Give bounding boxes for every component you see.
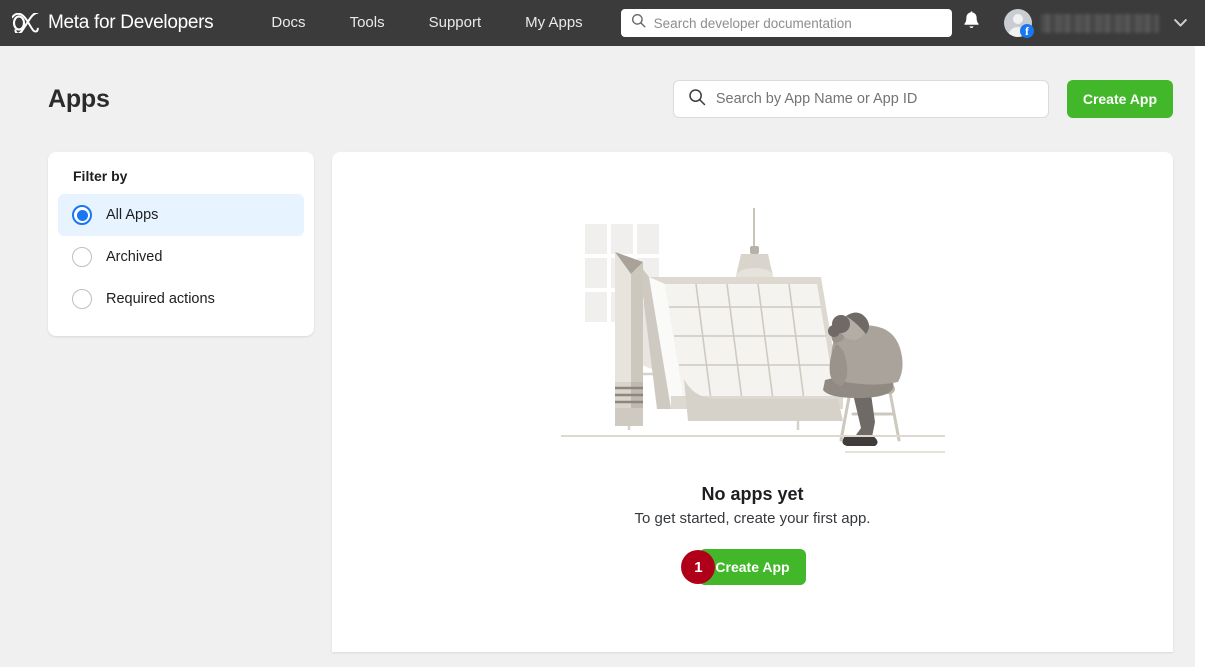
empty-state-cta-wrap: 1 Create App <box>681 549 806 585</box>
primary-nav: Docs Tools Support My Apps <box>249 0 604 46</box>
search-icon <box>631 13 646 33</box>
radio-icon-archived[interactable] <box>72 247 92 267</box>
app-search-placeholder: Search by App Name or App ID <box>715 91 918 107</box>
nav-link-my-apps[interactable]: My Apps <box>503 0 605 46</box>
meta-infinity-logo-icon <box>11 11 40 35</box>
page-header-actions: Search by App Name or App ID Create App <box>672 80 1173 118</box>
username-label <box>1041 13 1159 33</box>
avatar: f <box>1004 9 1034 38</box>
nav-link-docs[interactable]: Docs <box>249 0 327 46</box>
page-title: Apps <box>48 84 110 113</box>
empty-state-subtitle: To get started, create your first app. <box>634 510 871 527</box>
empty-state-title: No apps yet <box>701 484 804 504</box>
radio-icon-required-actions[interactable] <box>72 289 92 309</box>
radio-icon-all-apps[interactable] <box>72 205 92 225</box>
filter-panel: Filter by All Apps Archived Required act… <box>48 152 314 336</box>
filter-option-label: All Apps <box>106 207 159 223</box>
page-body: Apps Search by App Name or App ID Create… <box>0 46 1205 667</box>
chevron-down-icon <box>1174 14 1187 32</box>
filter-option-archived[interactable]: Archived <box>58 236 304 278</box>
filter-option-label: Required actions <box>106 291 215 307</box>
doc-search-placeholder: Search developer documentation <box>653 15 852 31</box>
create-app-button-header[interactable]: Create App <box>1066 80 1173 118</box>
brand-title: Meta for Developers <box>48 12 214 33</box>
filter-option-all-apps[interactable]: All Apps <box>58 194 304 236</box>
filter-panel-title: Filter by <box>73 168 128 184</box>
page-header: Apps Search by App Name or App ID Create… <box>0 46 1205 152</box>
doc-search-input[interactable]: Search developer documentation <box>620 9 952 37</box>
annotation-marker-1: 1 <box>681 550 716 584</box>
person-at-drafting-table-illustration-icon <box>560 208 945 453</box>
top-navigation-bar: Meta for Developers Docs Tools Support M… <box>0 0 1205 46</box>
nav-right-cluster: f <box>952 4 1191 42</box>
filter-option-label: Archived <box>106 249 163 265</box>
bell-icon <box>962 10 981 36</box>
filter-option-required-actions[interactable]: Required actions <box>58 278 304 320</box>
brand-logo-link[interactable]: Meta for Developers <box>11 11 214 35</box>
notifications-button[interactable] <box>952 4 990 42</box>
nav-link-support[interactable]: Support <box>407 0 504 46</box>
content-area: Filter by All Apps Archived Required act… <box>0 152 1205 652</box>
profile-menu-button[interactable]: f <box>1004 9 1191 38</box>
app-search-input[interactable]: Search by App Name or App ID <box>672 80 1049 118</box>
facebook-badge-icon: f <box>1020 24 1034 38</box>
apps-list-card: No apps yet To get started, create your … <box>332 152 1173 652</box>
nav-link-tools[interactable]: Tools <box>328 0 407 46</box>
search-icon <box>688 88 706 111</box>
